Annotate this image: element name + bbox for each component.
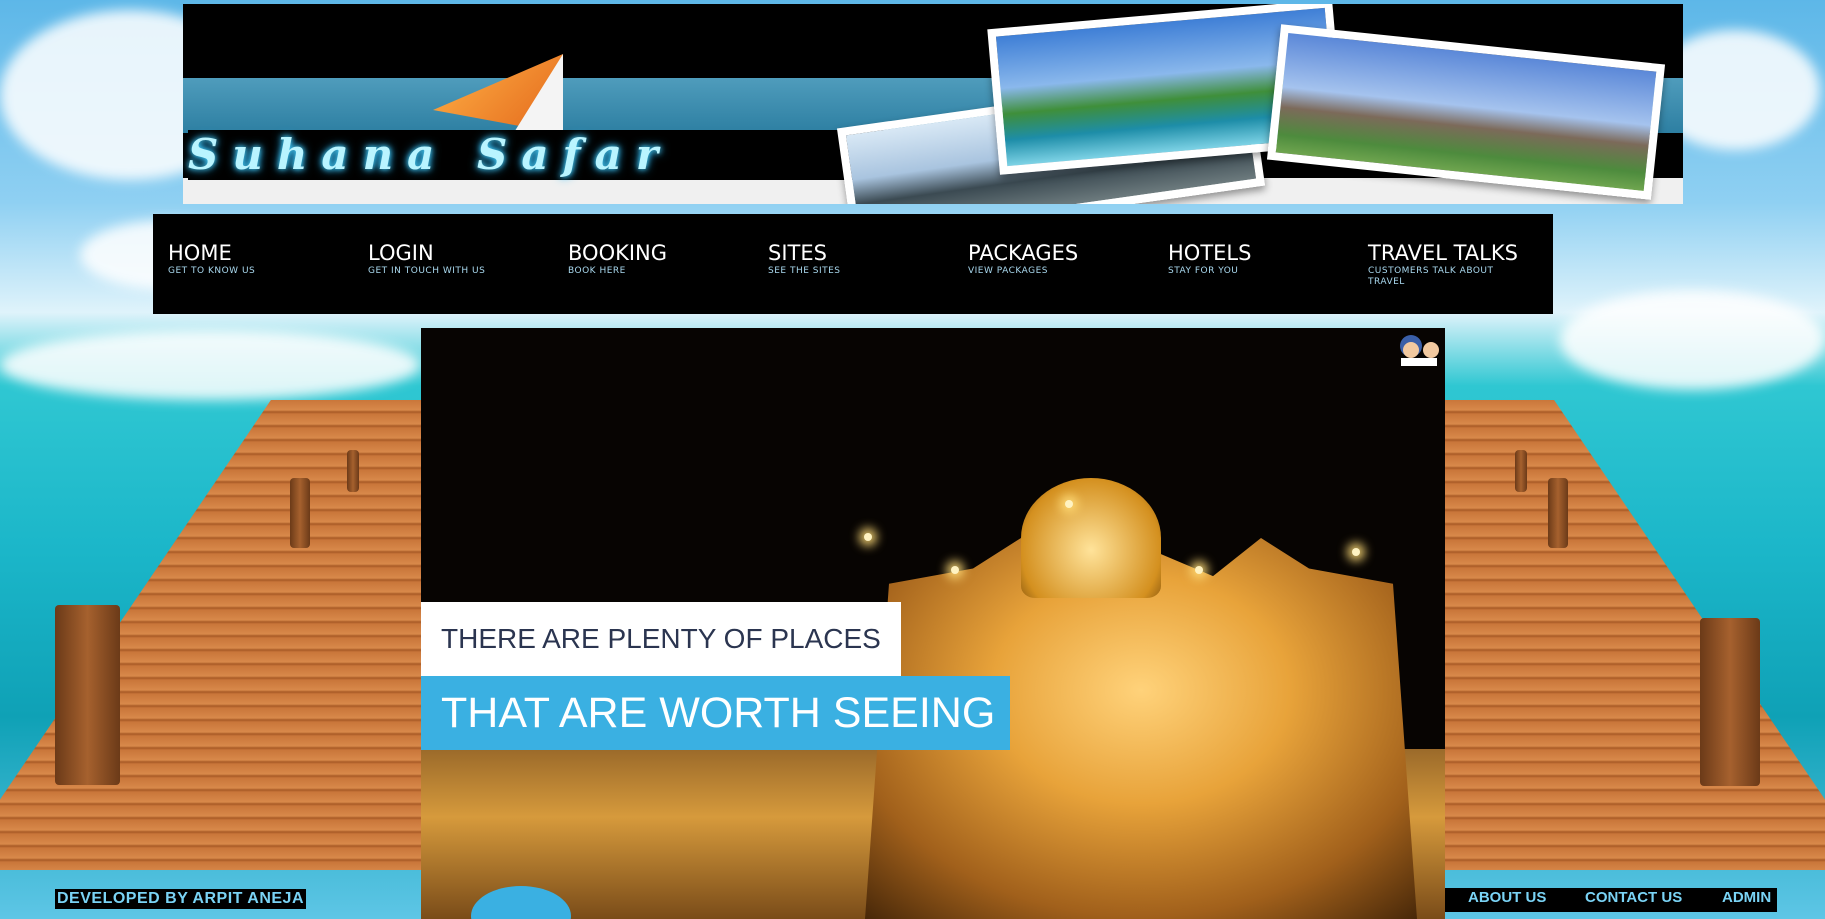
nav-item-booking[interactable]: BOOKING BOOK HERE bbox=[568, 242, 758, 277]
nav-subtitle: CUSTOMERS TALK ABOUT TRAVEL bbox=[1368, 266, 1494, 287]
nav-title: TRAVEL TALKS bbox=[1368, 241, 1518, 265]
light-decoration bbox=[864, 533, 872, 541]
nav-title: LOGIN bbox=[368, 241, 434, 265]
nav-subtitle: GET IN TOUCH WITH US bbox=[368, 266, 486, 276]
pier-post bbox=[1548, 478, 1568, 548]
nav-item-packages[interactable]: PACKAGES VIEW PACKAGES bbox=[968, 242, 1158, 277]
hero-slider[interactable]: THERE ARE PLENTY OF PLACES THAT ARE WORT… bbox=[421, 328, 1445, 919]
light-decoration bbox=[1352, 548, 1360, 556]
nav-subtitle: GET TO KNOW US bbox=[168, 266, 256, 276]
header-banner: Suhana Safar bbox=[183, 4, 1683, 204]
mascot-icon bbox=[1400, 335, 1439, 366]
nav-title: HOME bbox=[168, 241, 232, 265]
pier-post bbox=[1700, 618, 1760, 786]
footer-link-admin[interactable]: ADMIN bbox=[1722, 889, 1771, 906]
hero-caption-secondary: THAT ARE WORTH SEEING bbox=[421, 676, 1011, 750]
hero-caption-primary: THERE ARE PLENTY OF PLACES bbox=[421, 602, 901, 676]
nav-title: BOOKING bbox=[568, 241, 668, 265]
developer-credit: DEVELOPED BY ARPIT ANEJA bbox=[55, 889, 307, 909]
nav-item-travel-talks[interactable]: TRAVEL TALKS CUSTOMERS TALK ABOUT TRAVEL bbox=[1368, 242, 1528, 288]
nav-subtitle: BOOK HERE bbox=[568, 266, 626, 276]
pier-post bbox=[1515, 450, 1527, 492]
nav-item-home[interactable]: HOME GET TO KNOW US bbox=[168, 242, 358, 277]
light-decoration bbox=[951, 566, 959, 574]
banner-photo-colosseum bbox=[1266, 24, 1666, 200]
light-decoration bbox=[1065, 500, 1073, 508]
pier-post bbox=[55, 605, 120, 785]
nav-subtitle: SEE THE SITES bbox=[768, 266, 841, 276]
nav-item-sites[interactable]: SITES SEE THE SITES bbox=[768, 242, 958, 277]
pier-post bbox=[290, 478, 310, 548]
nav-item-login[interactable]: LOGIN GET IN TOUCH WITH US bbox=[368, 242, 558, 277]
hero-image-dome bbox=[1021, 478, 1161, 598]
nav-subtitle: STAY FOR YOU bbox=[1168, 266, 1239, 276]
nav-title: SITES bbox=[768, 241, 827, 265]
pier-right bbox=[1395, 400, 1825, 870]
nav-subtitle: VIEW PACKAGES bbox=[968, 266, 1049, 276]
nav-title: HOTELS bbox=[1168, 241, 1252, 265]
light-decoration bbox=[1195, 566, 1203, 574]
nav-title: PACKAGES bbox=[968, 241, 1079, 265]
main-nav: HOME GET TO KNOW US LOGIN GET IN TOUCH W… bbox=[153, 214, 1553, 314]
footer-link-about-us[interactable]: ABOUT US bbox=[1468, 889, 1546, 906]
footer-link-contact-us[interactable]: CONTACT US bbox=[1585, 889, 1682, 906]
nav-item-hotels[interactable]: HOTELS STAY FOR YOU bbox=[1168, 242, 1358, 277]
pier-post bbox=[347, 450, 359, 492]
